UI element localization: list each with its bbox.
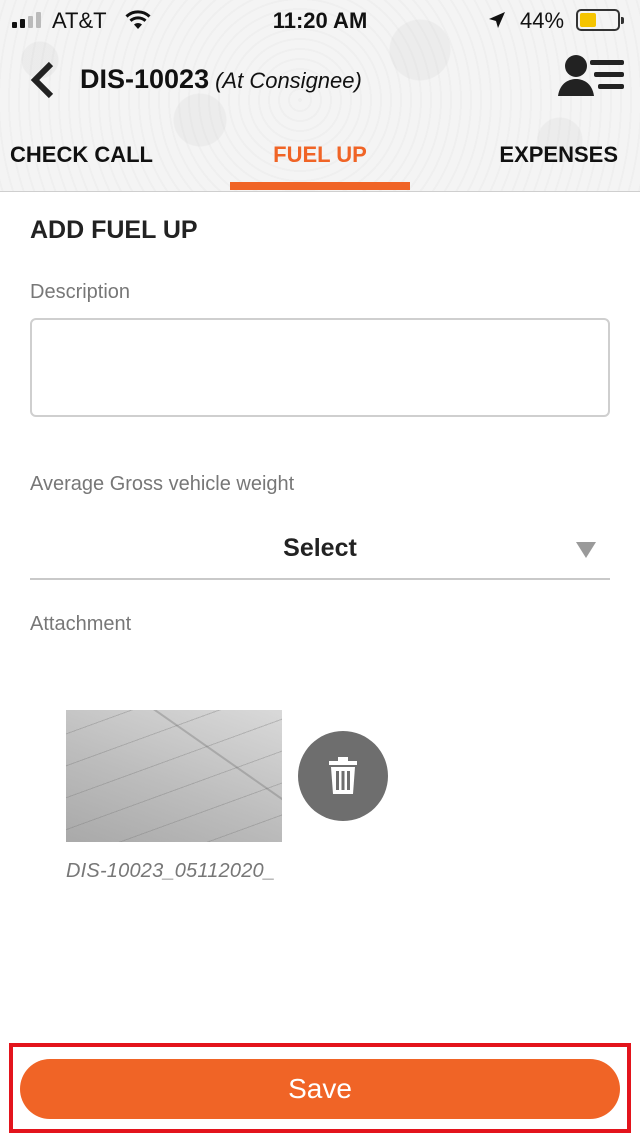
status-bar: AT&T 11:20 AM 44% <box>0 0 640 40</box>
description-input[interactable] <box>30 318 610 417</box>
attachment-thumbnail[interactable] <box>66 710 282 842</box>
dropdown-triangle-icon <box>576 542 596 558</box>
back-button[interactable] <box>20 58 64 102</box>
tab-check-call[interactable]: CHECK CALL <box>10 142 153 168</box>
description-label: Description <box>30 281 131 303</box>
user-list-icon <box>558 55 624 96</box>
weight-label: Average Gross vehicle weight <box>30 473 295 495</box>
chevron-left-icon <box>30 61 54 99</box>
weight-select-value: Select <box>283 534 357 562</box>
weight-select[interactable]: Select <box>30 524 610 580</box>
trash-icon <box>329 757 357 794</box>
profile-menu-button[interactable] <box>556 52 628 104</box>
tab-fuel-up[interactable]: FUEL UP <box>230 142 410 168</box>
location-arrow-icon <box>489 12 505 28</box>
active-tab-indicator <box>230 182 410 190</box>
order-id: DIS-10023 <box>80 64 210 94</box>
tab-expenses[interactable]: EXPENSES <box>499 142 618 168</box>
attachment-label: Attachment <box>30 613 132 635</box>
page-title: DIS-10023 (At Consignee) <box>80 64 362 95</box>
battery-icon <box>576 9 624 31</box>
tab-bar: CHECK CALL FUEL UP EXPENSES <box>0 130 640 192</box>
save-button[interactable]: Save <box>20 1059 620 1119</box>
delete-attachment-button[interactable] <box>298 731 388 821</box>
order-status: (At Consignee) <box>215 68 362 93</box>
section-title: ADD FUEL UP <box>30 216 198 244</box>
battery-percentage: 44% <box>520 8 565 33</box>
attachment-file-name: DIS-10023_05112020_ <box>66 860 276 882</box>
